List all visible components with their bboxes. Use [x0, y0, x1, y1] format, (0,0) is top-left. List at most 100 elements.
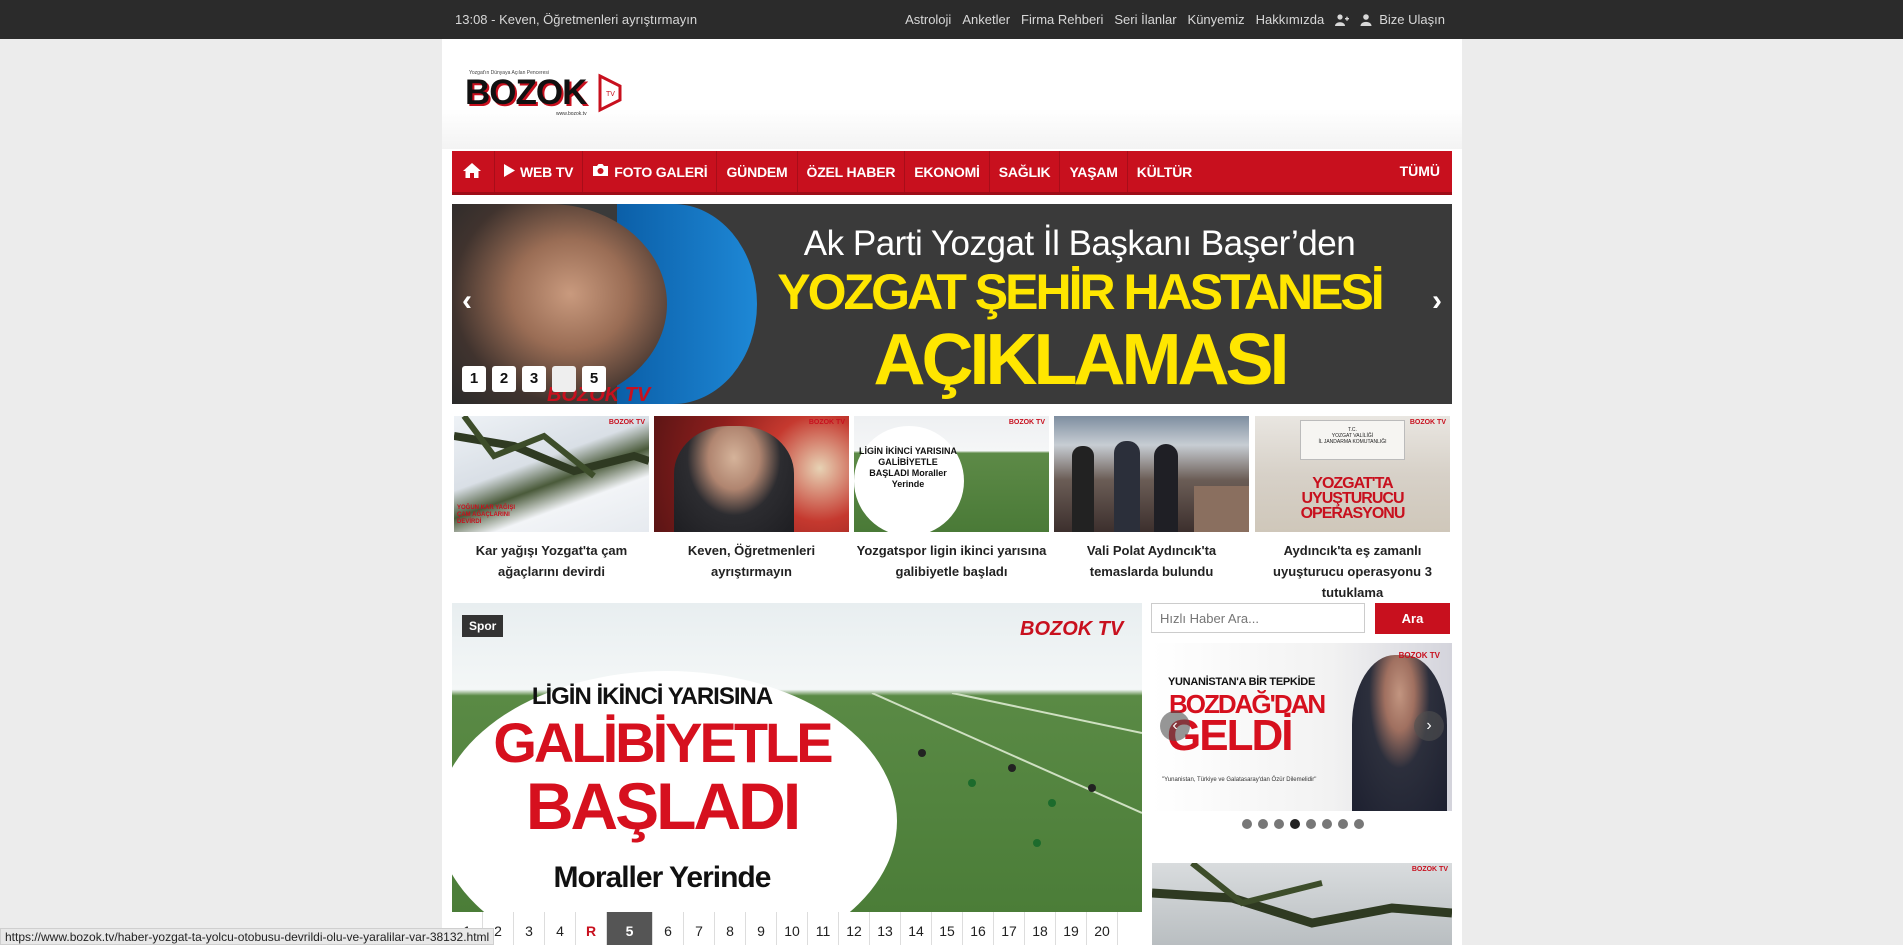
news-thumb[interactable]: BOZOK TV Keven, Öğretmenleri ayrıştırmay… [654, 416, 849, 582]
thumb-caption: YOĞUN KAR YAĞIŞI ÇAM AĞAÇLARINI DEVİRDİ [457, 505, 516, 525]
side-headline-quote: "Yunanistan, Türkiye ve Galatasaray'dan … [1162, 777, 1317, 783]
page-link[interactable]: 20 [1087, 912, 1118, 945]
logo-text: BOZOK [465, 73, 587, 112]
news-ticker[interactable]: 13:08 - Keven, Öğretmenleri ayrıştırmayı… [455, 12, 697, 27]
top-link-firma-rehberi[interactable]: Firma Rehberi [1021, 12, 1103, 27]
main-nav: WEB TV FOTO GALERİ GÜNDEM ÖZEL HABER EKO… [452, 151, 1452, 195]
site-logo[interactable]: Yozgat'ın Dünyaya Açılan Penceresi BOZOK… [465, 70, 630, 120]
top-link-kunyemiz[interactable]: Künyemiz [1188, 12, 1245, 27]
page-link[interactable]: 4 [545, 912, 576, 945]
side-slider-dot[interactable] [1306, 819, 1316, 829]
person-photo [1154, 444, 1178, 532]
side-news-slider[interactable]: YUNANİSTAN'A BİR TEPKİDE BOZDAĞ'DAN GELD… [1152, 643, 1452, 811]
nav-yasam[interactable]: YAŞAM [1060, 151, 1128, 192]
slider-dot-2[interactable]: 2 [492, 366, 516, 392]
display-case [1194, 486, 1249, 532]
top-bar: 13:08 - Keven, Öğretmenleri ayrıştırmayı… [0, 0, 1903, 39]
page-link[interactable]: 15 [932, 912, 963, 945]
page-link[interactable]: 6 [653, 912, 684, 945]
page-link[interactable]: 18 [1025, 912, 1056, 945]
slider-prev-arrow-icon[interactable]: ‹ [462, 284, 472, 318]
slider-dot-4[interactable]: 4 [552, 366, 576, 392]
side-slider-dot[interactable] [1274, 819, 1284, 829]
slider-dot-5[interactable]: 5 [582, 366, 606, 392]
thumb-image: T.C. YOZGAT VALİLİĞİ İL JANDARMA KOMUTANLI… [1255, 416, 1450, 532]
play-icon [504, 163, 515, 180]
browser-status-bar: https://www.bozok.tv/haber-yozgat-ta-yol… [0, 928, 495, 945]
home-icon [462, 162, 482, 182]
page-link[interactable]: 9 [746, 912, 777, 945]
page-link[interactable]: 17 [994, 912, 1025, 945]
page-link[interactable]: 14 [901, 912, 932, 945]
top-links: Astroloji Anketler Firma Rehberi Seri İl… [905, 12, 1445, 27]
top-link-anketler[interactable]: Anketler [962, 12, 1010, 27]
thumb-title[interactable]: Kar yağışı Yozgat'ta çam ağaçlarını devi… [454, 540, 649, 582]
person-photo [674, 426, 794, 532]
nav-web-tv-label: WEB TV [520, 163, 574, 180]
side-prev-arrow-icon[interactable]: ‹ [1160, 711, 1190, 741]
thumb-title[interactable]: Vali Polat Aydıncık'ta temaslarda bulund… [1054, 540, 1249, 582]
page-link[interactable]: 12 [839, 912, 870, 945]
thumb-title[interactable]: Keven, Öğretmenleri ayrıştırmayın [654, 540, 849, 582]
page-link[interactable]: 16 [963, 912, 994, 945]
top-link-hakkimizda[interactable]: Hakkımızda [1256, 12, 1325, 27]
page-link[interactable]: 11 [808, 912, 839, 945]
page-link[interactable]: 13 [870, 912, 901, 945]
page-link-r[interactable]: R [576, 912, 607, 945]
side-slider-dot[interactable] [1242, 819, 1252, 829]
top-link-seri-ilanlar[interactable]: Seri İlanlar [1114, 12, 1176, 27]
side-slider-dot[interactable] [1258, 819, 1268, 829]
side-slider-dot[interactable] [1354, 819, 1364, 829]
main-watermark: BOZOK TV [1020, 618, 1124, 640]
page-link-active[interactable]: 5 [607, 912, 653, 945]
news-thumb[interactable]: T.C. YOZGAT VALİLİĞİ İL JANDARMA KOMUTANLI… [1255, 416, 1450, 603]
thumb-badge: BOZOK TV [608, 419, 645, 426]
logo-play-icon: TV [598, 73, 622, 113]
person-photo [1114, 441, 1140, 532]
contact-link[interactable]: Bize Ulaşın [1360, 12, 1445, 27]
side-thumb-image[interactable]: BOZOK TV [1152, 863, 1452, 945]
side-slider-dots [1242, 819, 1364, 829]
slider-dot-3[interactable]: 3 [522, 366, 546, 392]
nav-web-tv[interactable]: WEB TV [495, 151, 584, 192]
nav-foto-galeri[interactable]: FOTO GALERİ [583, 151, 718, 192]
thumb-title[interactable]: Yozgatspor ligin ikinci yarısına galibiy… [854, 540, 1049, 582]
add-user-icon[interactable] [1335, 13, 1350, 26]
thumb-image [1054, 416, 1249, 532]
page-link[interactable]: 10 [777, 912, 808, 945]
thumb-image: LİGİN İKİNCİ YARISINA GALİBİYETLE BAŞLAD… [854, 416, 1049, 532]
page-link[interactable]: 8 [715, 912, 746, 945]
headline-slider[interactable]: Ak Parti Yozgat İl Başkanı Başer’den YOZ… [452, 204, 1452, 404]
page-link[interactable]: 7 [684, 912, 715, 945]
top-link-astroloji[interactable]: Astroloji [905, 12, 951, 27]
side-slider-dot[interactable] [1322, 819, 1332, 829]
news-thumb[interactable]: YOĞUN KAR YAĞIŞI ÇAM AĞAÇLARINI DEVİRDİ … [454, 416, 649, 582]
main-headline-line2: GALİBİYETLE [493, 711, 833, 774]
nav-kultur[interactable]: KÜLTÜR [1128, 151, 1201, 192]
thumb-title[interactable]: Aydıncık'ta eş zamanlı uyuşturucu operas… [1255, 540, 1450, 603]
main-news-slider[interactable]: LİGİN İKİNCİ YARISINA GALİBİYETLE BAŞLAD… [452, 603, 1142, 912]
search-input[interactable] [1151, 603, 1365, 633]
thumb-image: YOĞUN KAR YAĞIŞI ÇAM AĞAÇLARINI DEVİRDİ … [454, 416, 649, 532]
news-thumb[interactable]: LİGİN İKİNCİ YARISINA GALİBİYETLE BAŞLAD… [854, 416, 1049, 582]
nav-ekonomi[interactable]: EKONOMİ [905, 151, 990, 192]
search-button[interactable]: Ara [1375, 603, 1450, 634]
main-headline-line4: Moraller Yerinde [553, 861, 772, 894]
page-link[interactable]: 19 [1056, 912, 1087, 945]
slider-dot-1[interactable]: 1 [462, 366, 486, 392]
nav-home[interactable] [452, 151, 495, 192]
news-pagination: 1 2 3 4 R 5 6 7 8 9 10 11 12 13 14 15 16… [452, 912, 1118, 945]
fallen-tree-image [1152, 863, 1452, 928]
nav-ozel-haber[interactable]: ÖZEL HABER [798, 151, 906, 192]
page-link[interactable]: 3 [514, 912, 545, 945]
nav-all[interactable]: TÜMÜ [1400, 163, 1440, 179]
nav-gundem[interactable]: GÜNDEM [717, 151, 798, 192]
thumb-badge: BOZOK TV [1411, 866, 1448, 873]
nav-saglik[interactable]: SAĞLIK [990, 151, 1061, 192]
side-slider-dot[interactable] [1338, 819, 1348, 829]
news-thumb[interactable]: Vali Polat Aydıncık'ta temaslarda bulund… [1054, 416, 1249, 582]
slider-next-arrow-icon[interactable]: › [1432, 284, 1442, 318]
side-slider-dot[interactable] [1290, 819, 1300, 829]
category-badge[interactable]: Spor [462, 615, 504, 637]
side-next-arrow-icon[interactable]: › [1414, 711, 1444, 741]
